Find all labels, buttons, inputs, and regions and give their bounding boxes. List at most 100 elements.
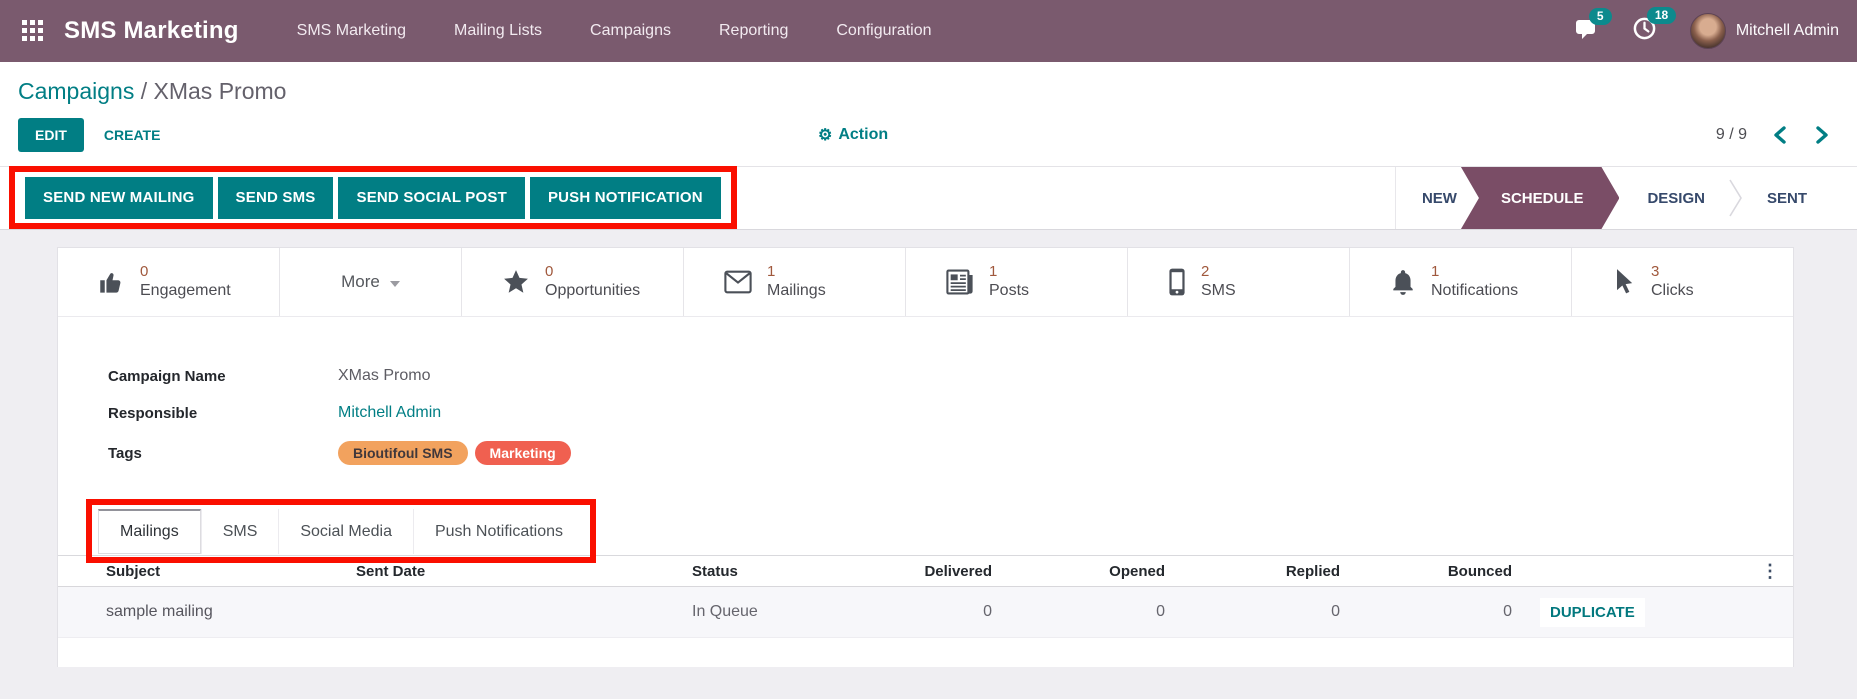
chevron-right-icon: [1816, 126, 1829, 144]
pager-count: 9 / 9: [1716, 126, 1747, 144]
user-name: Mitchell Admin: [1736, 22, 1839, 40]
menu-reporting[interactable]: Reporting: [719, 22, 788, 40]
breadcrumb: Campaigns / XMas Promo: [18, 78, 1839, 105]
cursor-icon: [1612, 268, 1636, 296]
chevron-left-icon: [1773, 126, 1786, 144]
action-menu[interactable]: ⚙ Action: [818, 125, 888, 145]
tag-bioutifoul-sms[interactable]: Bioutifoul SMS: [338, 441, 468, 465]
menu-sms-marketing[interactable]: SMS Marketing: [297, 22, 406, 40]
responsible-value-link[interactable]: Mitchell Admin: [338, 404, 441, 422]
campaign-form-sheet: 0 Engagement More 0 Opportunities 1 Mail…: [57, 247, 1794, 667]
top-menu: SMS Marketing Mailing Lists Campaigns Re…: [297, 22, 932, 40]
opportunities-label: Opportunities: [545, 281, 640, 301]
cell-subject: sample mailing: [106, 603, 356, 621]
engagement-label: Engagement: [140, 281, 231, 301]
stat-button-clicks[interactable]: 3 Clicks: [1572, 248, 1793, 316]
tab-mailings[interactable]: Mailings: [98, 509, 201, 554]
push-notification-button[interactable]: PUSH NOTIFICATION: [530, 177, 721, 219]
control-header: Campaigns / XMas Promo EDIT CREATE ⚙ Act…: [0, 62, 1857, 166]
app-title[interactable]: SMS Marketing: [64, 17, 239, 45]
create-button[interactable]: CREATE: [104, 127, 161, 143]
engagement-count: 0: [140, 263, 231, 282]
sms-count: 2: [1201, 263, 1236, 282]
menu-campaigns[interactable]: Campaigns: [590, 22, 671, 40]
user-menu[interactable]: Mitchell Admin: [1690, 13, 1839, 49]
cell-opened: 0: [992, 603, 1165, 621]
notifications-label: Notifications: [1431, 281, 1518, 301]
tab-social-media[interactable]: Social Media: [278, 509, 413, 554]
breadcrumb-current: XMas Promo: [154, 78, 287, 104]
pager-next-button[interactable]: [1816, 126, 1829, 144]
stat-button-engagement[interactable]: 0 Engagement: [58, 248, 280, 316]
tag-list: Bioutifoul SMS Marketing: [338, 441, 571, 465]
cell-status: In Queue: [692, 603, 862, 621]
pager: 9 / 9: [1716, 126, 1839, 144]
status-pipeline: NEW SCHEDULE DESIGN SENT: [1395, 167, 1857, 229]
col-header-replied[interactable]: Replied: [1165, 563, 1340, 580]
stat-button-notifications[interactable]: 1 Notifications: [1350, 248, 1572, 316]
send-social-post-button[interactable]: SEND SOCIAL POST: [338, 177, 524, 219]
mailings-label: Mailings: [767, 281, 826, 301]
tab-push-notifications[interactable]: Push Notifications: [413, 509, 584, 554]
menu-mailing-lists[interactable]: Mailing Lists: [454, 22, 542, 40]
stage-design[interactable]: DESIGN: [1623, 190, 1729, 207]
sms-label: SMS: [1201, 281, 1236, 301]
cell-bounced: 0: [1340, 603, 1512, 621]
gear-icon: ⚙: [818, 125, 832, 145]
stage-schedule-active[interactable]: SCHEDULE: [1461, 167, 1620, 229]
action-label: Action: [838, 126, 888, 144]
stage-new[interactable]: NEW: [1396, 190, 1477, 207]
opportunities-count: 0: [545, 263, 640, 282]
clicks-count: 3: [1651, 263, 1694, 282]
campaign-fields: Campaign Name XMas Promo Responsible Mit…: [58, 317, 1793, 465]
cell-delivered: 0: [862, 603, 992, 621]
apps-grid-icon[interactable]: [18, 16, 48, 46]
messages-button[interactable]: 5: [1575, 18, 1599, 45]
star-icon: [502, 268, 530, 296]
stage-sent[interactable]: SENT: [1743, 190, 1831, 207]
stat-button-more[interactable]: More: [280, 248, 462, 316]
notebook-tabs: Mailings SMS Social Media Push Notificat…: [98, 509, 584, 554]
activities-badge: 18: [1647, 7, 1676, 24]
status-band: SEND NEW MAILING SEND SMS SEND SOCIAL PO…: [0, 166, 1857, 230]
col-header-sent-date[interactable]: Sent Date: [356, 563, 692, 580]
duplicate-button[interactable]: DUPLICATE: [1540, 598, 1645, 627]
activities-button[interactable]: 18: [1633, 17, 1656, 45]
posts-label: Posts: [989, 281, 1029, 301]
col-header-subject[interactable]: Subject: [106, 563, 356, 580]
annotation-box-tabs: Mailings SMS Social Media Push Notificat…: [86, 499, 596, 563]
tag-marketing[interactable]: Marketing: [475, 441, 571, 465]
more-label: More: [341, 272, 380, 292]
breadcrumb-separator: /: [141, 78, 154, 104]
col-header-status[interactable]: Status: [692, 563, 862, 580]
mailings-table: Subject Sent Date Status Delivered Opene…: [58, 556, 1793, 638]
col-header-delivered[interactable]: Delivered: [862, 563, 992, 580]
col-header-opened[interactable]: Opened: [992, 563, 1165, 580]
send-new-mailing-button[interactable]: SEND NEW MAILING: [25, 177, 213, 219]
col-header-bounced[interactable]: Bounced: [1340, 563, 1512, 580]
stage-separator-icon: [1729, 179, 1743, 217]
pager-previous-button[interactable]: [1773, 126, 1786, 144]
grid-icon: [22, 20, 44, 42]
stat-button-opportunities[interactable]: 0 Opportunities: [462, 248, 684, 316]
tab-sms[interactable]: SMS: [201, 509, 279, 554]
stat-button-sms[interactable]: 2 SMS: [1128, 248, 1350, 316]
menu-configuration[interactable]: Configuration: [836, 22, 931, 40]
optional-columns-icon[interactable]: ⋮: [1761, 561, 1779, 581]
breadcrumb-campaigns[interactable]: Campaigns: [18, 78, 134, 104]
newspaper-icon: [946, 269, 974, 295]
edit-button[interactable]: EDIT: [18, 118, 84, 152]
chevron-down-icon: [390, 281, 400, 287]
mobile-icon: [1168, 268, 1186, 296]
tab-area: Mailings SMS Social Media Push Notificat…: [58, 499, 1793, 556]
clicks-label: Clicks: [1651, 281, 1694, 301]
topbar: SMS Marketing SMS Marketing Mailing List…: [0, 0, 1857, 62]
send-sms-button[interactable]: SEND SMS: [218, 177, 334, 219]
stat-button-row: 0 Engagement More 0 Opportunities 1 Mail…: [58, 248, 1793, 317]
cell-replied: 0: [1165, 603, 1340, 621]
stat-button-mailings[interactable]: 1 Mailings: [684, 248, 906, 316]
campaign-name-value: XMas Promo: [338, 367, 430, 385]
stat-button-posts[interactable]: 1 Posts: [906, 248, 1128, 316]
envelope-icon: [724, 270, 752, 294]
table-row[interactable]: sample mailing In Queue 0 0 0 0 DUPLICAT…: [58, 587, 1793, 638]
